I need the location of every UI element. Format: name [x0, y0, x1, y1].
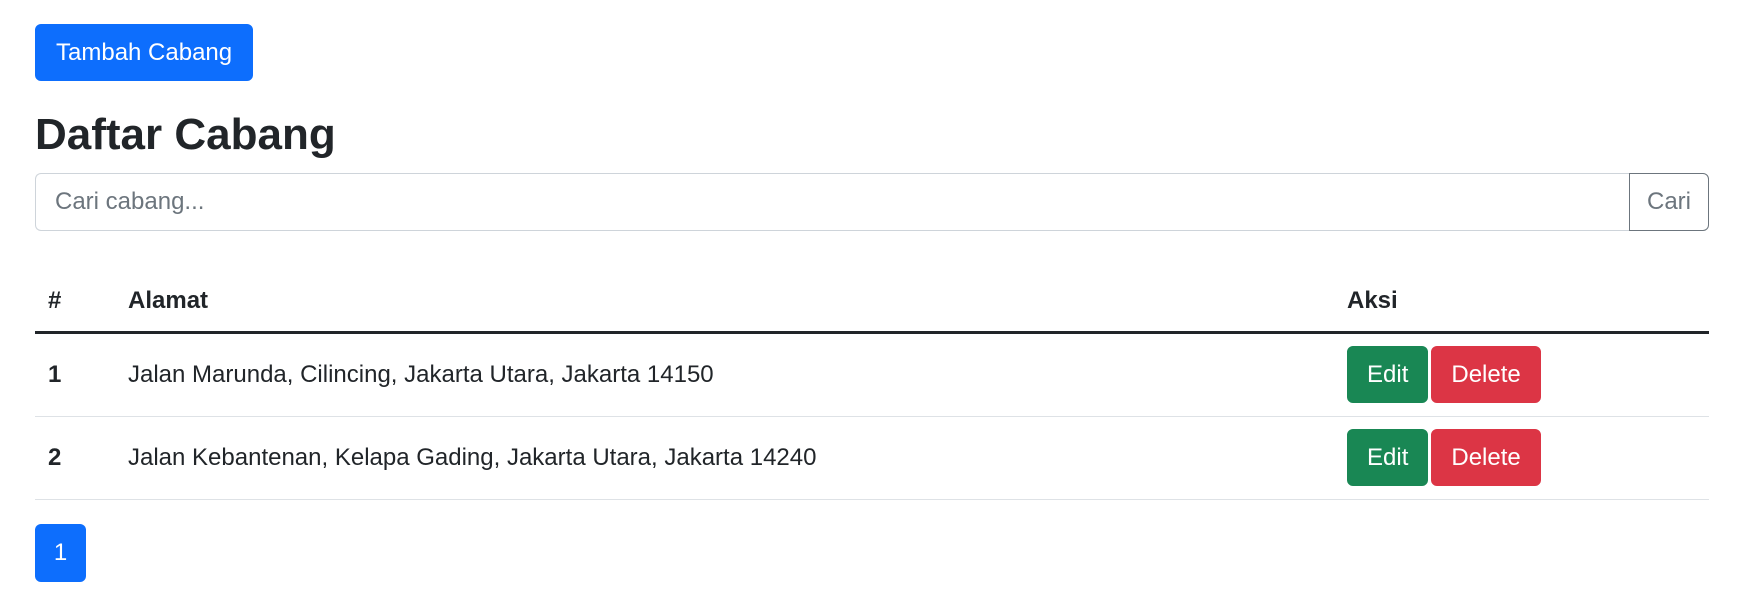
column-header-actions: Aksi — [1334, 271, 1709, 334]
row-number: 1 — [35, 332, 115, 417]
table-header-row: # Alamat Aksi — [35, 271, 1709, 334]
row-number: 2 — [35, 416, 115, 500]
search-button[interactable]: Cari — [1629, 173, 1709, 231]
branch-table: # Alamat Aksi 1 Jalan Marunda, Cilincing… — [35, 271, 1709, 500]
column-header-number: # — [35, 271, 115, 334]
row-address: Jalan Marunda, Cilincing, Jakarta Utara,… — [115, 332, 1334, 417]
search-group: Cari — [35, 173, 1709, 231]
pagination: 1 — [35, 523, 1709, 582]
page-title: Daftar Cabang — [35, 110, 336, 159]
row-actions: Edit Delete — [1334, 416, 1709, 500]
edit-button[interactable]: Edit — [1347, 429, 1429, 486]
row-actions: Edit Delete — [1334, 332, 1709, 417]
search-input[interactable] — [35, 173, 1629, 231]
delete-button[interactable]: Delete — [1431, 429, 1541, 486]
edit-button[interactable]: Edit — [1347, 346, 1429, 403]
delete-button[interactable]: Delete — [1431, 346, 1541, 403]
column-header-address: Alamat — [115, 271, 1334, 334]
row-address: Jalan Kebantenan, Kelapa Gading, Jakarta… — [115, 416, 1334, 500]
main-container: Tambah Cabang Daftar Cabang Cari # Alama… — [35, 24, 1709, 582]
table-row: 2 Jalan Kebantenan, Kelapa Gading, Jakar… — [35, 416, 1709, 500]
add-branch-button[interactable]: Tambah Cabang — [35, 24, 254, 81]
table-body: 1 Jalan Marunda, Cilincing, Jakarta Utar… — [35, 332, 1709, 500]
page-link-1[interactable]: 1 — [35, 523, 86, 582]
table-row: 1 Jalan Marunda, Cilincing, Jakarta Utar… — [35, 332, 1709, 417]
table-header: # Alamat Aksi — [35, 271, 1709, 334]
